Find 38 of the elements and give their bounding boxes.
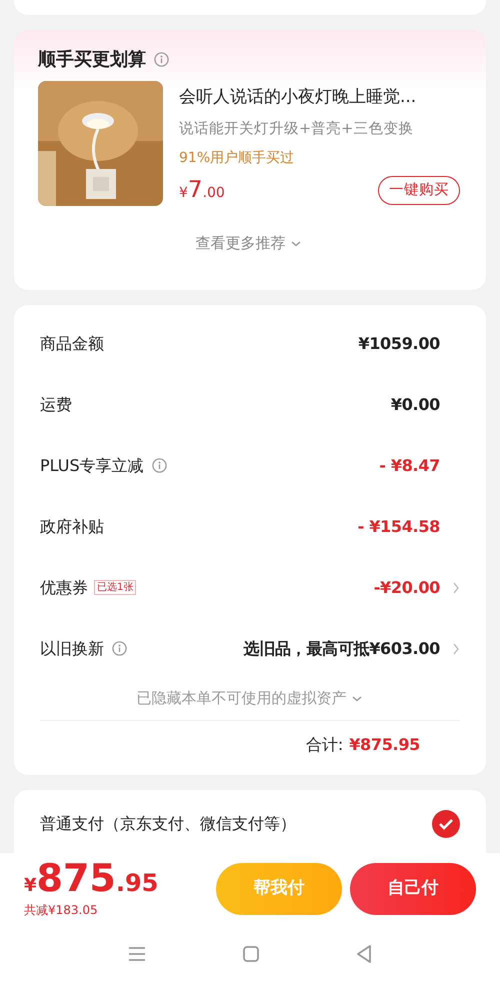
fee-value: - ¥8.47 bbox=[379, 454, 440, 476]
section-title: 顺手买更划算 bbox=[38, 48, 146, 72]
fee-value: - ¥154.58 bbox=[358, 516, 440, 538]
info-icon[interactable] bbox=[112, 641, 127, 656]
fee-value[interactable]: 选旧品，最高可抵¥603.00 bbox=[244, 636, 440, 660]
fee-label: 优惠券 bbox=[40, 576, 88, 598]
product-subtitle: 说话能开关灯升级+普亮+三色变换 bbox=[179, 120, 414, 138]
back-icon[interactable] bbox=[354, 944, 373, 964]
fee-value: ¥1059.00 bbox=[358, 332, 440, 354]
info-icon[interactable] bbox=[154, 52, 169, 67]
buy-button[interactable]: 一键购买 bbox=[378, 176, 460, 206]
fee-label: 商品金额 bbox=[40, 332, 104, 354]
chevron-right-icon[interactable] bbox=[452, 580, 460, 594]
pay-button[interactable]: 自己付 bbox=[350, 863, 476, 915]
fee-label: 政府补贴 bbox=[40, 516, 104, 538]
total-label: 合计: bbox=[306, 734, 344, 756]
chevron-down-icon bbox=[290, 240, 302, 248]
fee-value: ¥0.00 bbox=[390, 394, 440, 416]
fee-label: 以旧换新 bbox=[40, 638, 104, 660]
home-icon[interactable] bbox=[242, 945, 260, 963]
chevron-down-icon bbox=[351, 694, 364, 703]
product-title[interactable]: 会听人说话的小夜灯晚上睡觉... bbox=[179, 85, 460, 110]
fee-label: PLUS专享立减 bbox=[40, 454, 144, 476]
purchase-rate: 91%用户顺手买过 bbox=[179, 149, 296, 168]
coupon-tag: 已选1张 bbox=[94, 580, 136, 595]
checkmark-icon bbox=[438, 818, 454, 830]
info-icon[interactable] bbox=[152, 458, 167, 473]
savings-text: 共减¥183.05 bbox=[24, 902, 99, 919]
menu-icon[interactable] bbox=[127, 946, 148, 962]
checkbox[interactable] bbox=[432, 810, 460, 838]
fee-label: 运费 bbox=[40, 394, 72, 416]
product-price: ¥7.00 bbox=[179, 176, 225, 206]
more-link[interactable]: 查看更多推荐 bbox=[196, 232, 302, 254]
fee-value[interactable]: -¥20.00 bbox=[374, 576, 440, 600]
chevron-right-icon[interactable] bbox=[452, 642, 460, 656]
total-price: ¥875.95 bbox=[24, 859, 158, 897]
total-value: ¥875.95 bbox=[349, 734, 420, 756]
hidden-assets-toggle[interactable]: 已隐藏本单不可使用的虚拟资产 bbox=[136, 687, 364, 710]
